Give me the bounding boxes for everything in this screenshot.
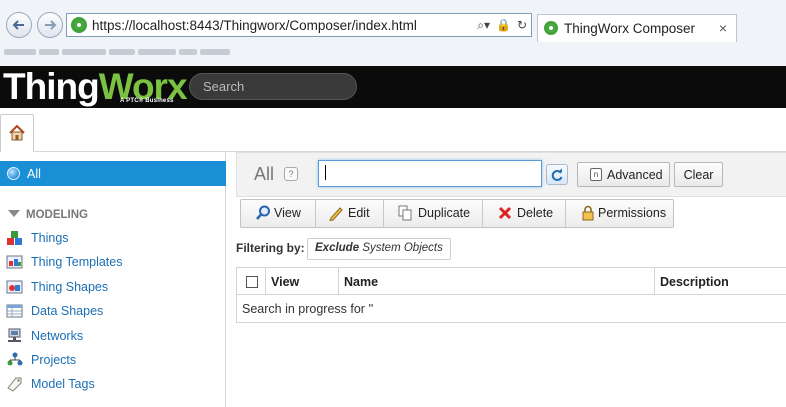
entity-toolbar: View Edit Duplicate Delete Permissions [240,199,674,228]
browser-chrome: https://localhost:8443/Thingworx/Compose… [0,0,786,66]
filter-chip-text: System Objects [362,242,443,254]
view-button[interactable]: View [241,200,316,227]
pencil-icon [329,207,343,221]
column-header-description[interactable]: Description [655,268,786,295]
sidebar-item-label: Networks [31,329,84,343]
filter-search-input[interactable] [318,160,542,187]
address-url[interactable]: https://localhost:8443/Thingworx/Compose… [92,18,417,33]
permissions-button[interactable]: Permissions [566,200,673,227]
duplicate-label: Duplicate [418,206,471,220]
global-search-input[interactable]: Search [189,73,357,100]
text-caret [325,165,326,180]
refresh-icon [551,168,563,181]
view-label: View [274,206,301,220]
app-header: ThingWorx A PTC® Business [0,66,786,108]
search-status-message: Search in progress for '' [242,302,374,316]
sidebar-item-all[interactable]: All [0,161,226,186]
refresh-button[interactable] [546,164,568,185]
sidebar-item-label: Model Tags [31,377,95,391]
tab-close-icon[interactable]: × [719,20,727,36]
data-shapes-icon [6,304,23,318]
forward-button[interactable] [37,12,63,38]
delete-label: Delete [517,206,554,220]
address-bar[interactable]: https://localhost:8443/Thingworx/Compose… [66,13,532,37]
globe-icon [7,167,20,180]
select-all-checkbox[interactable] [246,276,258,288]
logo-thing-text: Thing [3,66,100,107]
filter-chip-bold: Exclude [315,242,360,254]
home-tab[interactable] [0,114,34,152]
page-title: All [254,164,275,184]
thing-templates-icon [6,255,23,269]
tab-favicon-icon [544,21,558,35]
address-tools: ⌕▾ 🔒 ↻ [477,17,527,33]
permissions-label: Permissions [598,206,667,220]
advanced-button[interactable]: n Advanced [577,162,670,187]
home-icon [9,124,25,141]
sidebar: All MODELING Things Thing Templates Thin… [0,152,226,407]
model-tags-icon [7,377,22,392]
clear-button[interactable]: Clear [674,162,723,187]
sidebar-item-label: Thing Templates [31,255,123,269]
projects-icon [7,352,23,366]
browser-tab[interactable]: ThingWorx Composer × [537,14,737,42]
delete-button[interactable]: Delete [483,200,566,227]
back-arrow-icon [12,20,24,30]
thing-shapes-icon [6,280,23,294]
help-icon[interactable]: ? [284,167,298,181]
magnifier-icon [256,205,270,220]
sidebar-all-label: All [27,167,41,181]
filtering-by-label: Filtering by: [236,241,305,255]
filter-chip-exclude-system[interactable]: Exclude System Objects [307,238,451,260]
search-dropdown-icon[interactable]: ⌕▾ [477,18,490,33]
forward-arrow-icon [45,20,57,30]
favorites-bar [4,44,304,60]
section-header-modeling[interactable]: MODELING [8,209,88,221]
column-header-name[interactable]: Name [339,268,655,295]
reload-icon[interactable]: ↻ [517,18,527,32]
results-grid: View Name Description Search in progress… [236,267,786,323]
delete-x-icon [498,206,512,220]
logo-subtitle: A PTC® Business [120,98,174,104]
tab-title: ThingWorx Composer [564,21,696,36]
main-panel: All ? n Advanced Clear View Edit Duplica… [236,152,786,407]
section-label: MODELING [26,209,88,221]
networks-icon [8,328,21,342]
permissions-lock-icon [582,205,594,221]
tab-row [0,108,786,152]
duplicate-button[interactable]: Duplicate [384,200,483,227]
edit-label: Edit [348,206,370,220]
duplicate-icon [398,205,412,221]
search-band: All ? n Advanced Clear [236,152,786,197]
site-favicon-icon [71,17,87,33]
column-header-view[interactable]: View [266,268,339,295]
things-icon [7,231,22,245]
back-button[interactable] [6,12,32,38]
lock-icon[interactable]: 🔒 [496,18,511,32]
advanced-label: Advanced [607,168,663,182]
sidebar-item-label: Things [31,231,69,245]
grid-header: View Name Description [237,268,786,295]
sidebar-item-label: Thing Shapes [31,280,109,294]
collapse-triangle-icon [8,210,20,217]
select-all-column[interactable] [237,268,266,295]
edit-button[interactable]: Edit [316,200,384,227]
sidebar-item-label: Projects [31,353,77,367]
sidebar-item-label: Data Shapes [31,304,104,318]
advanced-filter-icon: n [590,168,602,181]
